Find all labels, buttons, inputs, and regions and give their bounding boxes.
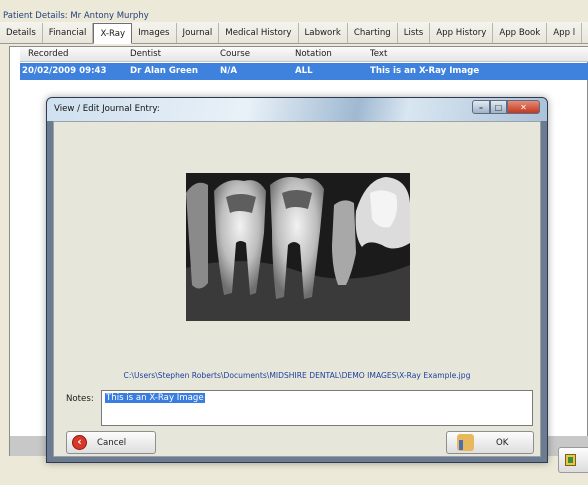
tab-labwork[interactable]: Labwork (299, 23, 348, 43)
dialog-titlebar[interactable]: View / Edit Journal Entry: – □ ✕ (47, 98, 547, 121)
file-path: C:\Users\Stephen Roberts\Documents\MIDSH… (123, 371, 471, 380)
cell-course: N/A (220, 66, 237, 76)
dialog-title: View / Edit Journal Entry: (54, 104, 160, 114)
table-row[interactable]: 20/02/2009 09:43 Dr Alan Green N/A ALL T… (20, 63, 588, 80)
cancel-button[interactable]: ‹ Cancel (66, 431, 156, 454)
cell-recorded: 20/02/2009 09:43 (22, 66, 107, 76)
ok-label: OK (496, 437, 509, 448)
patient-title: Patient Details: Mr Antony Murphy (3, 11, 149, 21)
tab-app-history[interactable]: App History (430, 23, 494, 43)
notes-label: Notes: (66, 394, 94, 404)
tab-details[interactable]: Details (0, 23, 43, 43)
cancel-label: Cancel (97, 437, 127, 448)
journal-entry-dialog: View / Edit Journal Entry: – □ ✕ C:\User… (46, 97, 548, 463)
column-header-text[interactable]: Text (370, 49, 387, 59)
close-icon[interactable]: ✕ (507, 100, 540, 114)
tab-financial[interactable]: Financial (43, 23, 94, 43)
column-header-recorded[interactable]: Recorded (28, 49, 68, 59)
notes-value: This is an X-Ray Image (105, 393, 205, 403)
column-header-notation[interactable]: Notation (295, 49, 332, 59)
side-toolbar-button[interactable] (558, 447, 588, 473)
tab-charting[interactable]: Charting (348, 23, 398, 43)
ok-button[interactable]: OK (446, 431, 534, 454)
notes-field[interactable]: This is an X-Ray Image (101, 390, 533, 426)
back-arrow-icon: ‹ (72, 435, 87, 450)
xray-illustration (186, 173, 410, 321)
cell-dentist: Dr Alan Green (130, 66, 198, 76)
grid-header: Recorded Dentist Course Notation Text (20, 47, 588, 62)
minimize-icon[interactable]: – (472, 100, 490, 114)
tab-lists[interactable]: Lists (398, 23, 431, 43)
door-icon (565, 454, 576, 466)
tab-images[interactable]: Images (132, 23, 177, 43)
tab-app-more[interactable]: App l (547, 23, 583, 43)
app-window: Patient Details: Mr Antony Murphy Detail… (0, 0, 588, 485)
cell-text: This is an X-Ray Image (370, 66, 480, 76)
tab-app-book[interactable]: App Book (493, 23, 548, 43)
tab-x-ray[interactable]: X-Ray (93, 23, 133, 44)
xray-image (186, 173, 410, 321)
maximize-icon[interactable]: □ (490, 100, 507, 114)
column-header-course[interactable]: Course (220, 49, 250, 59)
tab-medical-history[interactable]: Medical History (219, 23, 299, 43)
tab-bar: Details Financial X-Ray Images Journal M… (0, 22, 588, 44)
tab-journal[interactable]: Journal (177, 23, 220, 43)
dialog-body: C:\Users\Stephen Roberts\Documents\MIDSH… (53, 121, 541, 457)
thumbs-up-icon (457, 434, 474, 451)
column-header-dentist[interactable]: Dentist (130, 49, 161, 59)
cell-notation: ALL (295, 66, 313, 76)
